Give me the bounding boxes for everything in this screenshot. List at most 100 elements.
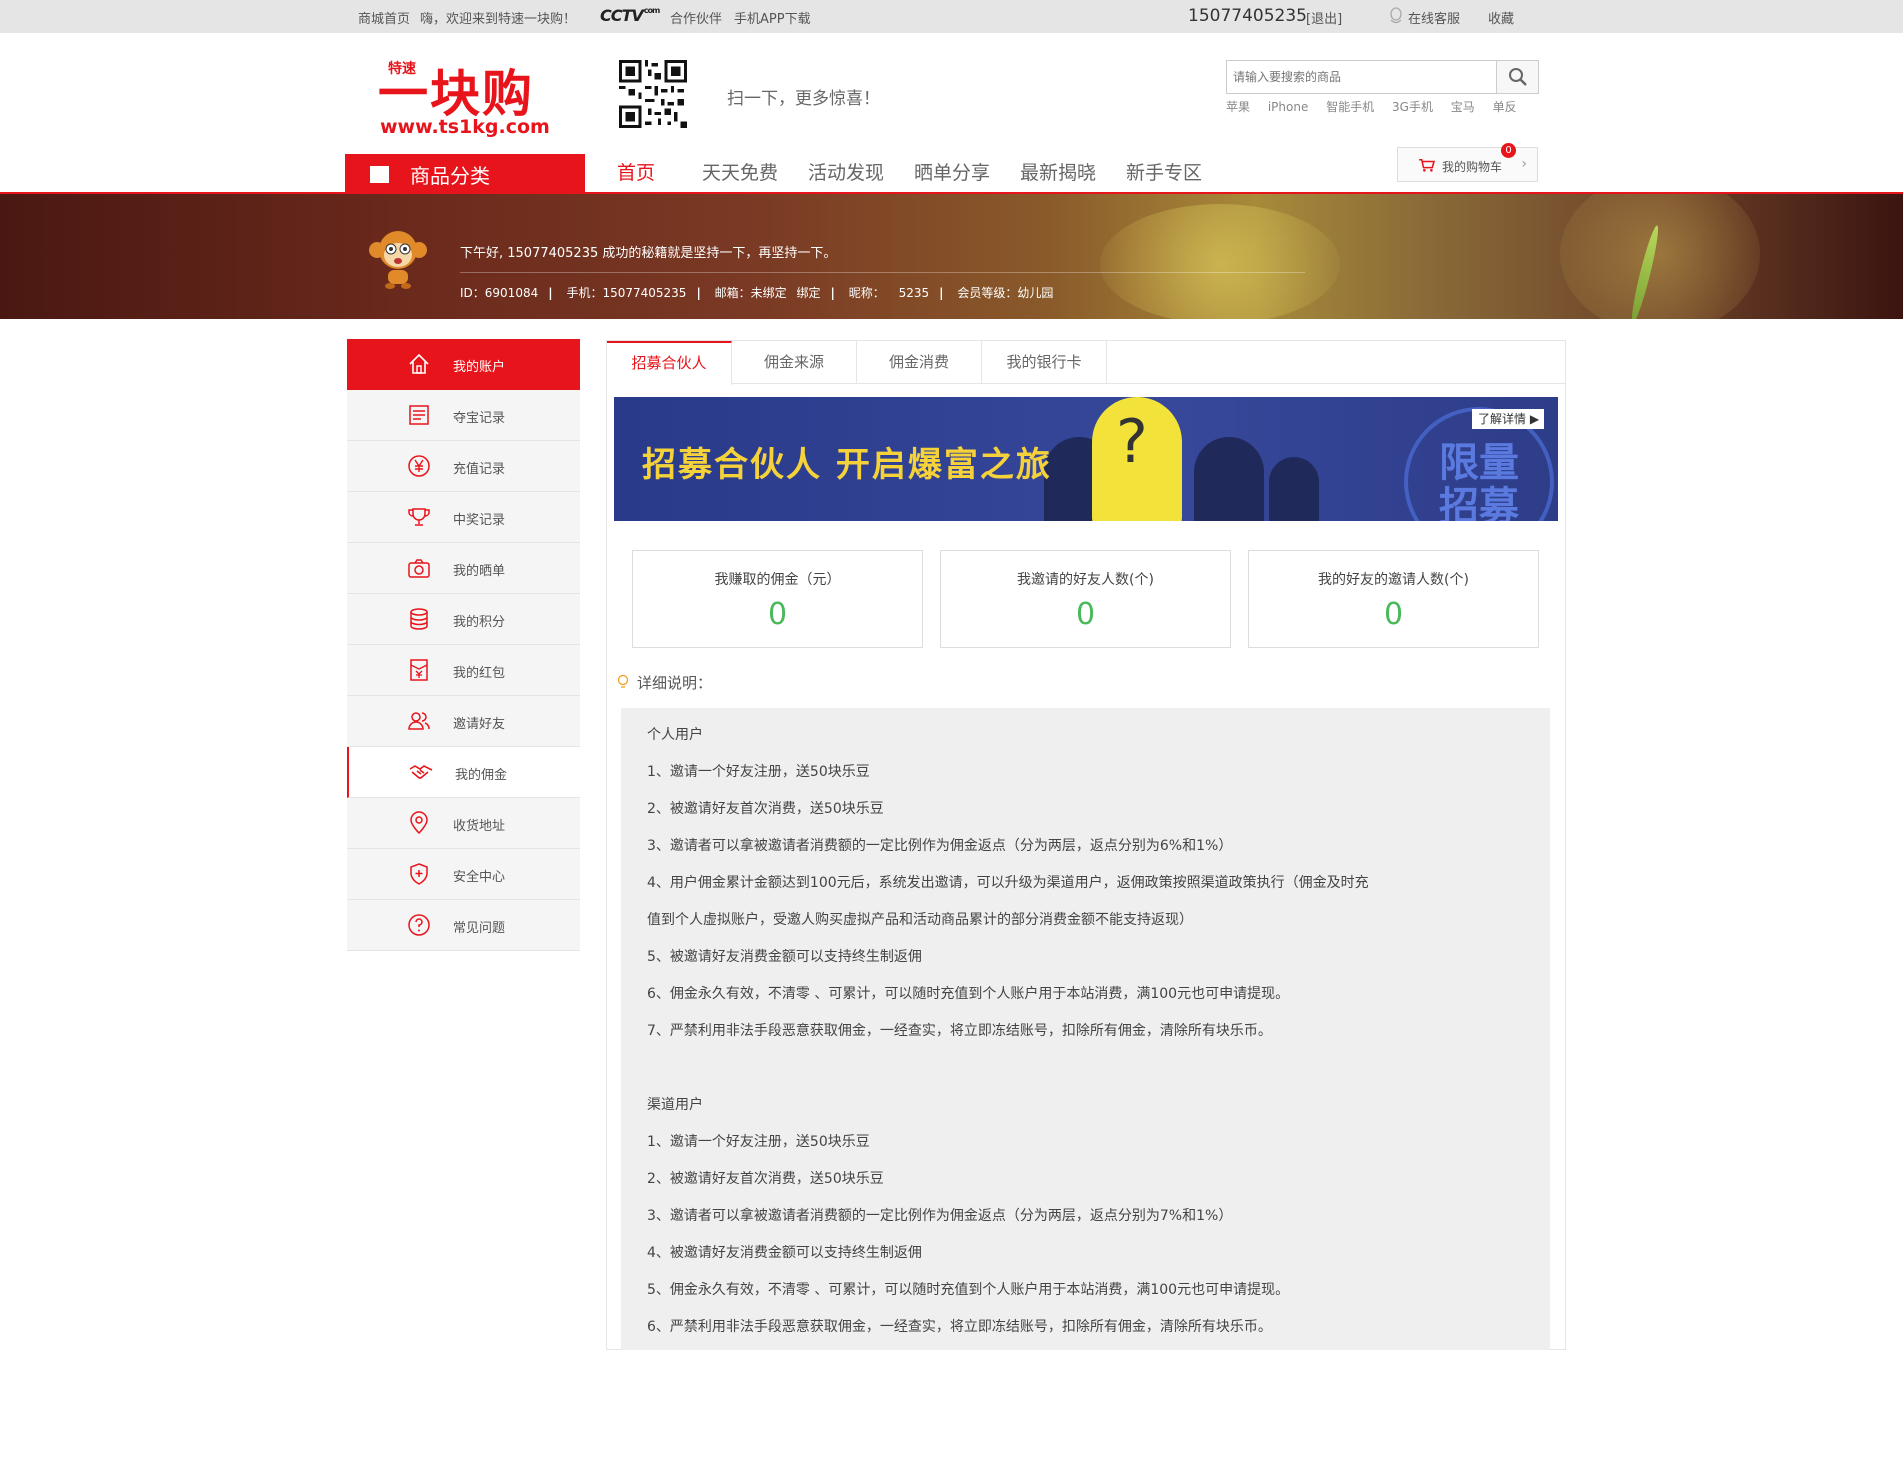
sidebar-item-commission[interactable]: 我的佣金 xyxy=(347,747,580,798)
question-icon xyxy=(408,914,430,936)
home-icon xyxy=(409,353,429,374)
search-box xyxy=(1226,60,1539,94)
banner-divider xyxy=(460,272,1305,273)
stat-value: 0 xyxy=(767,597,788,632)
page: 商城首页 嗨，欢迎来到特速一块购！ CCTVcom 合作伙伴 手机APP下载 1… xyxy=(0,0,1903,1462)
category-menu-button[interactable]: 商品分类 xyxy=(345,154,585,193)
promo-decor xyxy=(1269,457,1319,521)
hot-search-words: 苹果 iPhone 智能手机 3G手机 宝马 单反 xyxy=(1226,98,1531,115)
coins-icon xyxy=(410,608,428,630)
greeting-text: 下午好, 15077405235 成功的秘籍就是坚持一下，再坚持一下。 xyxy=(460,246,837,261)
online-service-link[interactable]: 在线客服 xyxy=(1408,8,1460,27)
app-download-link[interactable]: 手机APP下载 xyxy=(734,8,811,27)
camera-icon xyxy=(408,559,430,578)
rule-line: 2、被邀请好友首次消费，送50块乐豆 xyxy=(647,801,884,817)
rule-line: 2、被邀请好友首次消费，送50块乐豆 xyxy=(647,1171,884,1187)
rules-panel: 个人用户 1、邀请一个好友注册，送50块乐豆 2、被邀请好友首次消费，送50块乐… xyxy=(621,708,1550,1350)
user-info-row: ID：6901084 | 手机：15077405235 | 邮箱：未绑定 绑定 | 昵… xyxy=(460,286,1054,300)
hot-word[interactable]: 苹果 xyxy=(1226,100,1250,114)
user-email: 邮箱：未绑定 xyxy=(714,286,787,300)
member-level: 会员等级：幼儿园 xyxy=(957,286,1054,300)
sidebar-item-records[interactable]: 夺宝记录 xyxy=(347,390,580,441)
learn-more-button[interactable]: 了解详情 ▶ xyxy=(1472,409,1544,429)
favorite-link[interactable]: 收藏 xyxy=(1488,8,1514,27)
top-bar: 商城首页 嗨，欢迎来到特速一块购！ CCTVcom 合作伙伴 手机APP下载 1… xyxy=(0,0,1903,33)
rule-line: 值到个人虚拟账户，受邀人购买虚拟产品和活动商品累计的部分消费金额不能支持返现） xyxy=(647,912,1193,928)
recruit-promo-banner[interactable]: ? 招募合伙人 开启爆富之旅 限量 招募 了解详情 ▶ xyxy=(614,397,1558,521)
lightbulb-icon xyxy=(617,675,629,688)
commission-tabs: 招募合伙人 佣金来源 佣金消费 我的银行卡 xyxy=(606,340,1566,385)
monkey-avatar xyxy=(369,231,427,289)
rule-line: 4、用户佣金累计金额达到100元后，系统发出邀请，可以升级为渠道用户，返佣政策按… xyxy=(647,875,1369,891)
nav-home[interactable]: 首页 xyxy=(617,158,655,185)
rule-line: 3、邀请者可以拿被邀请者消费额的一定比例作为佣金返点（分为两层，返点分别为6%和… xyxy=(647,838,1233,854)
nav-activity[interactable]: 活动发现 xyxy=(808,158,884,185)
user-phone-info: 手机：15077405235 xyxy=(566,286,687,300)
qq-icon xyxy=(1390,7,1402,24)
sidebar-item-faq[interactable]: 常见问题 xyxy=(347,900,580,951)
user-phone[interactable]: 15077405235 xyxy=(1188,6,1307,26)
stat-value: 0 xyxy=(1075,597,1096,632)
sidebar-item-security[interactable]: 安全中心 xyxy=(347,849,580,900)
stat-invited-friends: 我邀请的好友人数(个) 0 xyxy=(940,550,1231,648)
hot-word[interactable]: 单反 xyxy=(1493,100,1517,114)
users-icon xyxy=(408,712,430,730)
rule-line: 4、被邀请好友消费金额可以支持终生制返佣 xyxy=(647,1245,922,1261)
tab-commission-spend[interactable]: 佣金消费 xyxy=(857,341,982,384)
promo-title: 招募合伙人 开启爆富之旅 xyxy=(642,445,1052,485)
site-logo[interactable]: 一块购 特速 www.ts1kg.com xyxy=(378,54,550,139)
user-id: ID：6901084 xyxy=(460,286,539,300)
hot-word[interactable]: 宝马 xyxy=(1451,100,1475,114)
stat-friends-invites: 我的好友的邀请人数(个) 0 xyxy=(1248,550,1539,648)
rule-line: 渠道用户 xyxy=(647,1097,703,1113)
sidebar-item-winning[interactable]: 中奖记录 xyxy=(347,492,580,543)
rule-line: 3、邀请者可以拿被邀请者消费额的一定比例作为佣金返点（分为两层，返点分别为7%和… xyxy=(647,1208,1233,1224)
cart-icon xyxy=(1419,158,1436,172)
rule-line: 1、邀请一个好友注册，送50块乐豆 xyxy=(647,764,870,780)
stat-earned-commission: 我赚取的佣金（元） 0 xyxy=(632,550,923,648)
sidebar-item-share[interactable]: 我的晒单 xyxy=(347,543,580,594)
play-icon: ▶ xyxy=(1529,412,1540,426)
hot-word[interactable]: iPhone xyxy=(1268,100,1309,114)
search-button[interactable] xyxy=(1496,61,1538,93)
tab-recruit-partner[interactable]: 招募合伙人 xyxy=(607,341,732,385)
sidebar-item-address[interactable]: 收货地址 xyxy=(347,798,580,849)
search-icon xyxy=(1509,68,1527,86)
list-icon xyxy=(409,405,429,425)
rule-line: 7、严禁利用非法手段恶意获取佣金，一经查实，将立即冻结账号，扣除所有佣金，清除所… xyxy=(647,1023,1272,1039)
partner-link[interactable]: 合作伙伴 xyxy=(670,8,722,27)
bind-email-link[interactable]: 绑定 xyxy=(797,286,821,300)
qr-code-icon xyxy=(619,60,687,128)
search-input[interactable] xyxy=(1227,61,1496,93)
redpacket-icon xyxy=(410,659,428,681)
nav-newbie[interactable]: 新手专区 xyxy=(1126,158,1202,185)
account-sidebar: 我的账户 夺宝记录 充值记录 中奖记录 我的晒单 我的积分 我的红包 邀请好友 xyxy=(347,339,580,951)
scan-text: 扫一下，更多惊喜！ xyxy=(727,89,880,109)
sidebar-item-recharge[interactable]: 充值记录 xyxy=(347,441,580,492)
banner-decor xyxy=(1100,204,1340,319)
nav-share[interactable]: 晒单分享 xyxy=(914,158,990,185)
menu-icon xyxy=(370,166,389,183)
sidebar-item-redpacket[interactable]: 我的红包 xyxy=(347,645,580,696)
logout-link[interactable]: [退出] xyxy=(1306,8,1342,27)
nav-daily-free[interactable]: 天天免费 xyxy=(702,158,778,185)
location-icon xyxy=(410,811,428,835)
tab-bank-card[interactable]: 我的银行卡 xyxy=(982,341,1107,384)
sidebar-item-invite[interactable]: 邀请好友 xyxy=(347,696,580,747)
detail-heading: 详细说明： xyxy=(617,672,712,693)
cart-button[interactable]: 0 我的购物车 › xyxy=(1397,143,1538,182)
home-link[interactable]: 商城首页 xyxy=(358,8,410,27)
sidebar-item-points[interactable]: 我的积分 xyxy=(347,594,580,645)
rule-line: 6、严禁利用非法手段恶意获取佣金，一经查实，将立即冻结账号，扣除所有佣金，清除所… xyxy=(647,1319,1272,1335)
cctv-logo[interactable]: CCTVcom xyxy=(600,6,660,25)
nav-latest[interactable]: 最新揭晓 xyxy=(1020,158,1096,185)
rule-line: 5、佣金永久有效，不清零 、可累计，可以随时充值到个人账户用于本站消费，满100… xyxy=(647,1282,1290,1298)
rule-line: 1、邀请一个好友注册，送50块乐豆 xyxy=(647,1134,870,1150)
banner-decor xyxy=(1560,194,1760,319)
hot-word[interactable]: 3G手机 xyxy=(1392,100,1433,114)
stat-value: 0 xyxy=(1383,597,1404,632)
hot-word[interactable]: 智能手机 xyxy=(1326,100,1374,114)
sidebar-item-account[interactable]: 我的账户 xyxy=(347,339,580,390)
rule-line: 6、佣金永久有效，不清零 、可累计，可以随时充值到个人账户用于本站消费，满100… xyxy=(647,986,1290,1002)
tab-commission-source[interactable]: 佣金来源 xyxy=(732,341,857,384)
